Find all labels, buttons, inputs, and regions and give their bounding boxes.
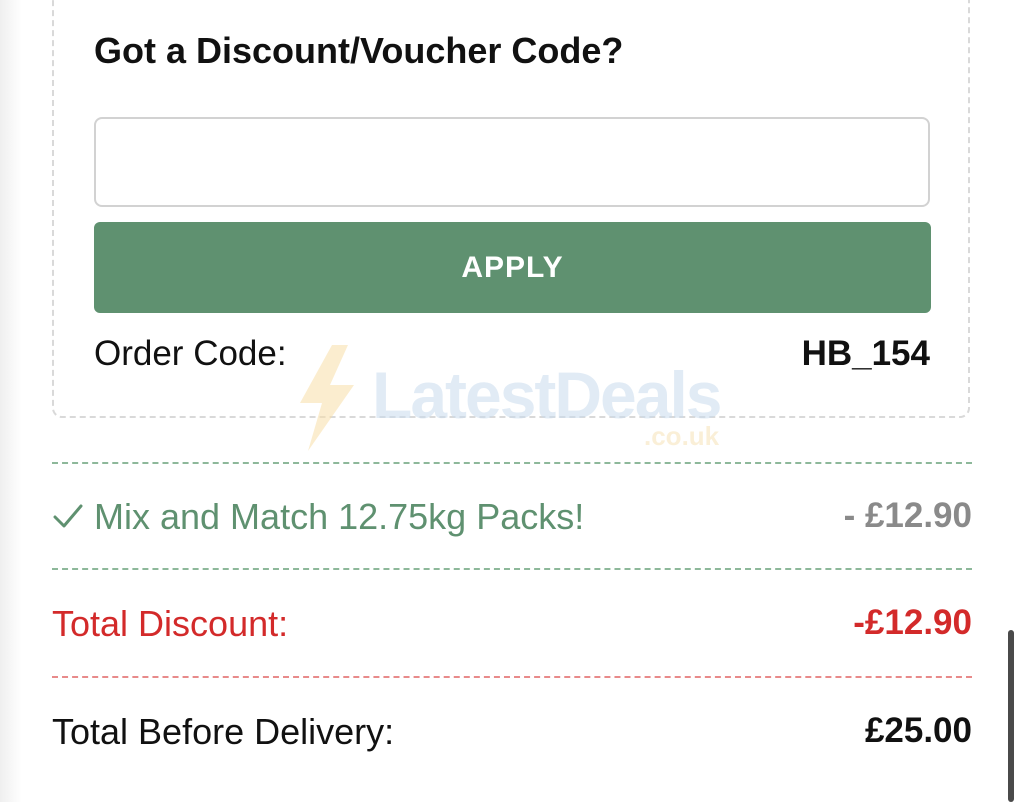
left-edge-shadow [0,0,22,802]
promotion-value: - £12.90 [843,496,972,535]
divider [52,676,972,678]
divider [52,462,972,464]
total-before-delivery-value: £25.00 [864,711,972,750]
total-discount-value: -£12.90 [853,603,972,642]
total-before-delivery-label: Total Before Delivery: [52,711,395,752]
order-code-label: Order Code: [94,334,287,373]
apply-button[interactable]: APPLY [94,222,931,313]
voucher-title: Got a Discount/Voucher Code? [94,30,624,71]
promotion-label: Mix and Match 12.75kg Packs! [94,496,585,537]
divider [52,568,972,570]
checkmark-icon [53,504,83,528]
checkout-summary-page: Got a Discount/Voucher Code? APPLY Order… [0,0,1024,802]
watermark-suffix: .co.uk [644,421,720,451]
scrollbar[interactable] [1008,630,1014,802]
promotion-row: Mix and Match 12.75kg Packs! - £12.90 [52,496,972,540]
voucher-code-input[interactable] [94,117,930,207]
order-code-value: HB_154 [801,334,930,373]
total-discount-label: Total Discount: [52,603,289,644]
